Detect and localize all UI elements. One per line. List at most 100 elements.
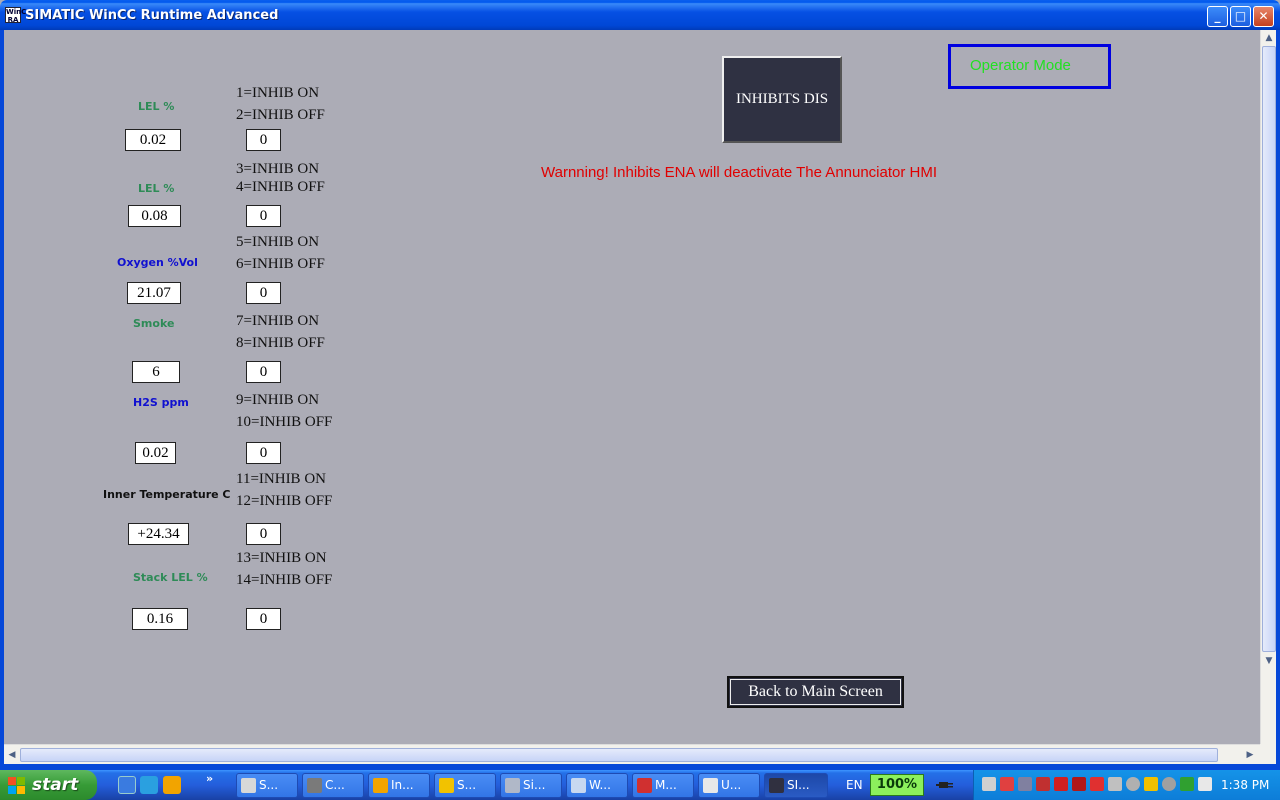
sensor-value-field: 0.02 [135, 442, 176, 464]
zoom-indicator[interactable]: 100% [870, 774, 924, 796]
outlook-quicklaunch-icon[interactable] [163, 776, 181, 794]
start-button[interactable]: start [0, 770, 97, 800]
inhib-on-legend: 9=INHIB ON [236, 392, 320, 408]
inhib-off-legend: 6=INHIB OFF [236, 256, 325, 272]
window-frame-right [1276, 30, 1280, 770]
inhibit-input-field[interactable]: 0 [246, 282, 281, 304]
inhibit-input-field[interactable]: 0 [246, 608, 281, 630]
scrollbar-corner [1260, 744, 1276, 764]
inhib-off-legend: 10=INHIB OFF [236, 414, 333, 430]
inhibit-input-field[interactable]: 0 [246, 129, 281, 151]
tray-app-icon[interactable] [1000, 777, 1014, 791]
quicklaunch-more-icon[interactable]: » [206, 772, 213, 785]
inhibit-input-field[interactable]: 0 [246, 523, 281, 545]
language-indicator[interactable]: EN [846, 778, 863, 792]
task-label: C... [325, 778, 345, 792]
task-label: S... [259, 778, 279, 792]
sensor-value-field: 21.07 [127, 282, 181, 304]
sensor-value-field: 0.08 [128, 205, 181, 227]
sensor-label: Inner Temperature C [103, 488, 231, 501]
tray-app-icon[interactable] [1180, 777, 1194, 791]
inhib-on-legend: 5=INHIB ON [236, 234, 320, 250]
close-button[interactable]: ✕ [1253, 6, 1274, 27]
task-label: W... [589, 778, 611, 792]
sensor-label: Oxygen %Vol [117, 256, 198, 269]
task-label: Si... [523, 778, 546, 792]
browser-quicklaunch-icon[interactable] [140, 776, 158, 794]
taskbar-task-button[interactable]: C... [302, 773, 364, 798]
start-label: start [32, 775, 79, 795]
sensor-value-field: 0.16 [132, 608, 188, 630]
horizontal-scrollbar[interactable]: ◀ ▶ [4, 744, 1260, 764]
minimize-button[interactable]: _ [1207, 6, 1228, 27]
wincc-app-icon: WinCC RA [5, 7, 32, 24]
taskbar: start » S... C... In... S... Si... W... M... U.… [0, 770, 1280, 800]
taskbar-task-button[interactable]: Si... [500, 773, 562, 798]
task-label: U... [721, 778, 742, 792]
title-bar[interactable]: WinCC RA SIMATIC WinCC Runtime Advanced … [0, 0, 1280, 30]
tray-disc-icon[interactable] [1126, 777, 1140, 791]
inhib-on-legend: 7=INHIB ON [236, 313, 320, 329]
taskbar-task-button[interactable]: S... [236, 773, 298, 798]
sensor-value-field: 0.02 [125, 129, 181, 151]
inhib-on-legend: 11=INHIB ON [236, 471, 326, 487]
inhib-off-legend: 8=INHIB OFF [236, 335, 325, 351]
tray-app-icon[interactable] [1054, 777, 1068, 791]
tray-app-icon[interactable] [1162, 777, 1176, 791]
sensor-label: LEL % [138, 100, 175, 113]
vertical-scrollbar[interactable]: ▲ ▼ [1260, 30, 1276, 744]
scroll-up-icon[interactable]: ▲ [1261, 30, 1276, 46]
maximize-button[interactable]: □ [1230, 6, 1251, 27]
task-app-icon [241, 778, 256, 793]
taskbar-task-button[interactable]: U... [698, 773, 760, 798]
windows-logo-icon [8, 777, 25, 794]
inhib-on-legend: 13=INHIB ON [236, 550, 327, 566]
inhibit-input-field[interactable]: 0 [246, 442, 281, 464]
taskbar-task-button[interactable]: M... [632, 773, 694, 798]
scroll-down-icon[interactable]: ▼ [1261, 653, 1276, 669]
vertical-scroll-thumb[interactable] [1262, 46, 1276, 652]
task-app-icon [439, 778, 454, 793]
inhibit-input-field[interactable]: 0 [246, 205, 281, 227]
power-plug-icon[interactable] [936, 778, 954, 792]
sensor-label: Stack LEL % [133, 571, 208, 584]
task-app-icon [571, 778, 586, 793]
sensor-label: Smoke [133, 317, 175, 330]
inhib-on-legend: 1=INHIB ON [236, 85, 320, 101]
taskbar-task-button[interactable]: In... [368, 773, 430, 798]
inhibit-warning-text: Warnning! Inhibits ENA will deactivate T… [541, 164, 938, 181]
horizontal-scroll-thumb[interactable] [20, 748, 1218, 762]
inhib-off-legend: 14=INHIB OFF [236, 572, 333, 588]
task-app-icon [505, 778, 520, 793]
ie-quicklaunch-icon[interactable] [118, 776, 136, 794]
tray-app-icon[interactable] [1018, 777, 1032, 791]
task-label: M... [655, 778, 677, 792]
window-title: SIMATIC WinCC Runtime Advanced [25, 8, 279, 23]
back-to-main-screen-button[interactable]: Back to Main Screen [727, 676, 904, 708]
tray-network-icon[interactable] [982, 777, 996, 791]
tray-app-icon[interactable] [1036, 777, 1050, 791]
taskbar-task-button[interactable]: W... [566, 773, 628, 798]
sensor-label: LEL % [138, 182, 175, 195]
inhib-off-legend: 4=INHIB OFF [236, 179, 325, 195]
tray-app-icon[interactable] [1144, 777, 1158, 791]
taskbar-task-button[interactable]: SI... [764, 773, 828, 798]
hmi-screen: LEL % 0.02 1=INHIB ON 2=INHIB OFF 0 LEL % 0.08… [4, 30, 1276, 764]
scroll-left-icon[interactable]: ◀ [4, 747, 20, 763]
taskbar-clock[interactable]: 1:38 PM [1221, 778, 1269, 792]
task-app-icon [307, 778, 322, 793]
scroll-right-icon[interactable]: ▶ [1242, 747, 1258, 763]
sensor-value-field: 6 [132, 361, 180, 383]
tray-app-icon[interactable] [1072, 777, 1086, 791]
inhib-off-legend: 2=INHIB OFF [236, 107, 325, 123]
task-app-icon [373, 778, 388, 793]
taskbar-task-button[interactable]: S... [434, 773, 496, 798]
task-app-icon [637, 778, 652, 793]
inhibit-input-field[interactable]: 0 [246, 361, 281, 383]
ati-icon[interactable] [1090, 777, 1104, 791]
tray-tool-icon[interactable] [1108, 777, 1122, 791]
operator-mode-indicator: Operator Mode [948, 44, 1111, 89]
tray-app-icon[interactable] [1198, 777, 1212, 791]
inhibits-dis-button[interactable]: INHIBITS DIS [722, 56, 842, 143]
inhib-off-legend: 12=INHIB OFF [236, 493, 333, 509]
